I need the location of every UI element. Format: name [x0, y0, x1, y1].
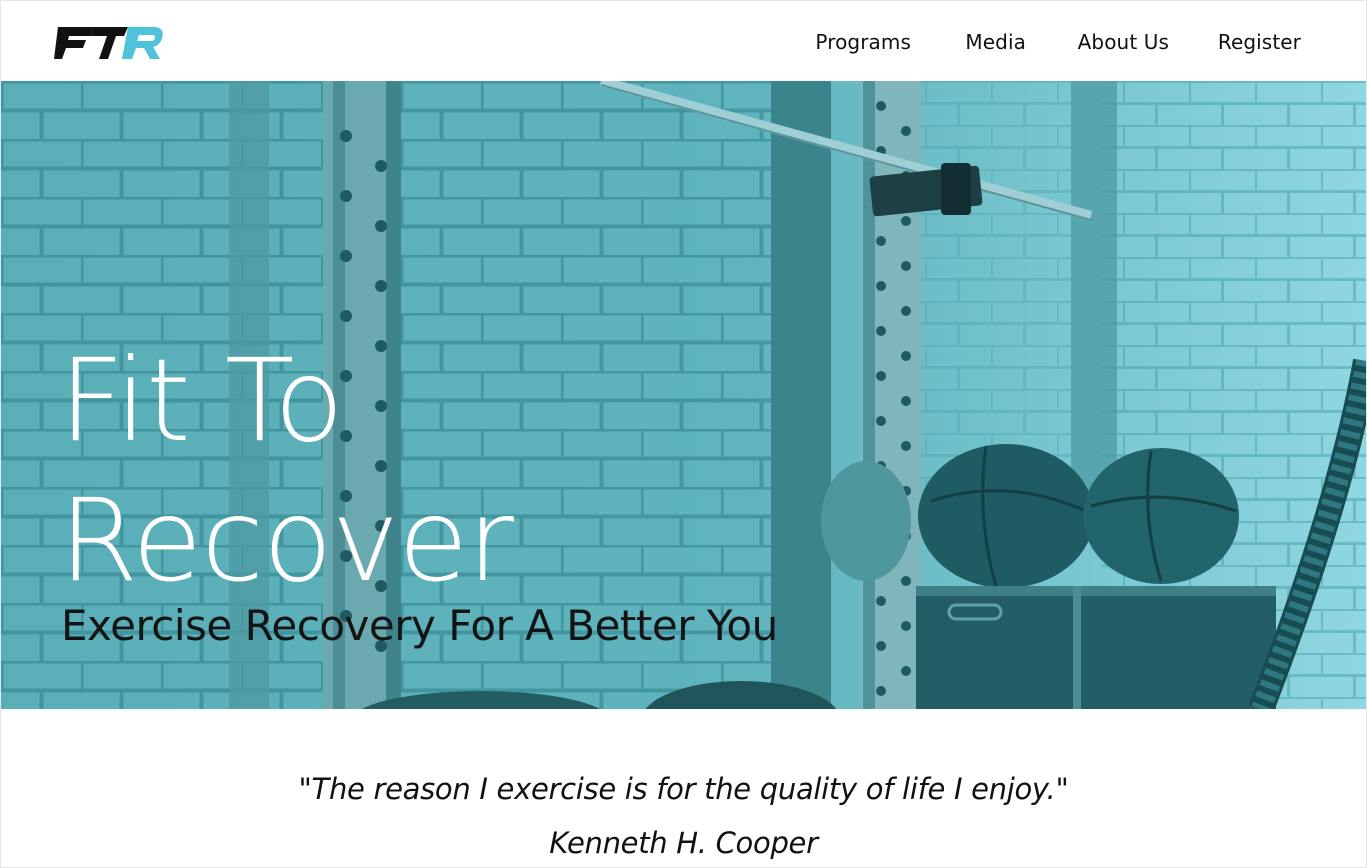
site-header: Programs Media About Us Register: [0, 0, 1367, 80]
ftr-logo[interactable]: [54, 23, 164, 61]
hero-title: Fit To Recover: [59, 331, 514, 611]
nav-programs-link[interactable]: Programs: [815, 30, 911, 54]
nav-media-link[interactable]: Media: [965, 30, 1026, 54]
quote-author: Kenneth H. Cooper: [549, 826, 818, 860]
hero-title-line2: Recover: [59, 474, 514, 607]
hero-title-line1: Fit To: [59, 334, 344, 467]
hero-banner: Fit To Recover Exercise Recovery For A B…: [1, 81, 1366, 709]
hero-subtitle: Exercise Recovery For A Better You: [61, 601, 778, 650]
quote-text: "The reason I exercise is for the qualit…: [298, 772, 1069, 806]
nav-about-us-link[interactable]: About Us: [1078, 30, 1169, 54]
nav-register-link[interactable]: Register: [1218, 30, 1301, 54]
